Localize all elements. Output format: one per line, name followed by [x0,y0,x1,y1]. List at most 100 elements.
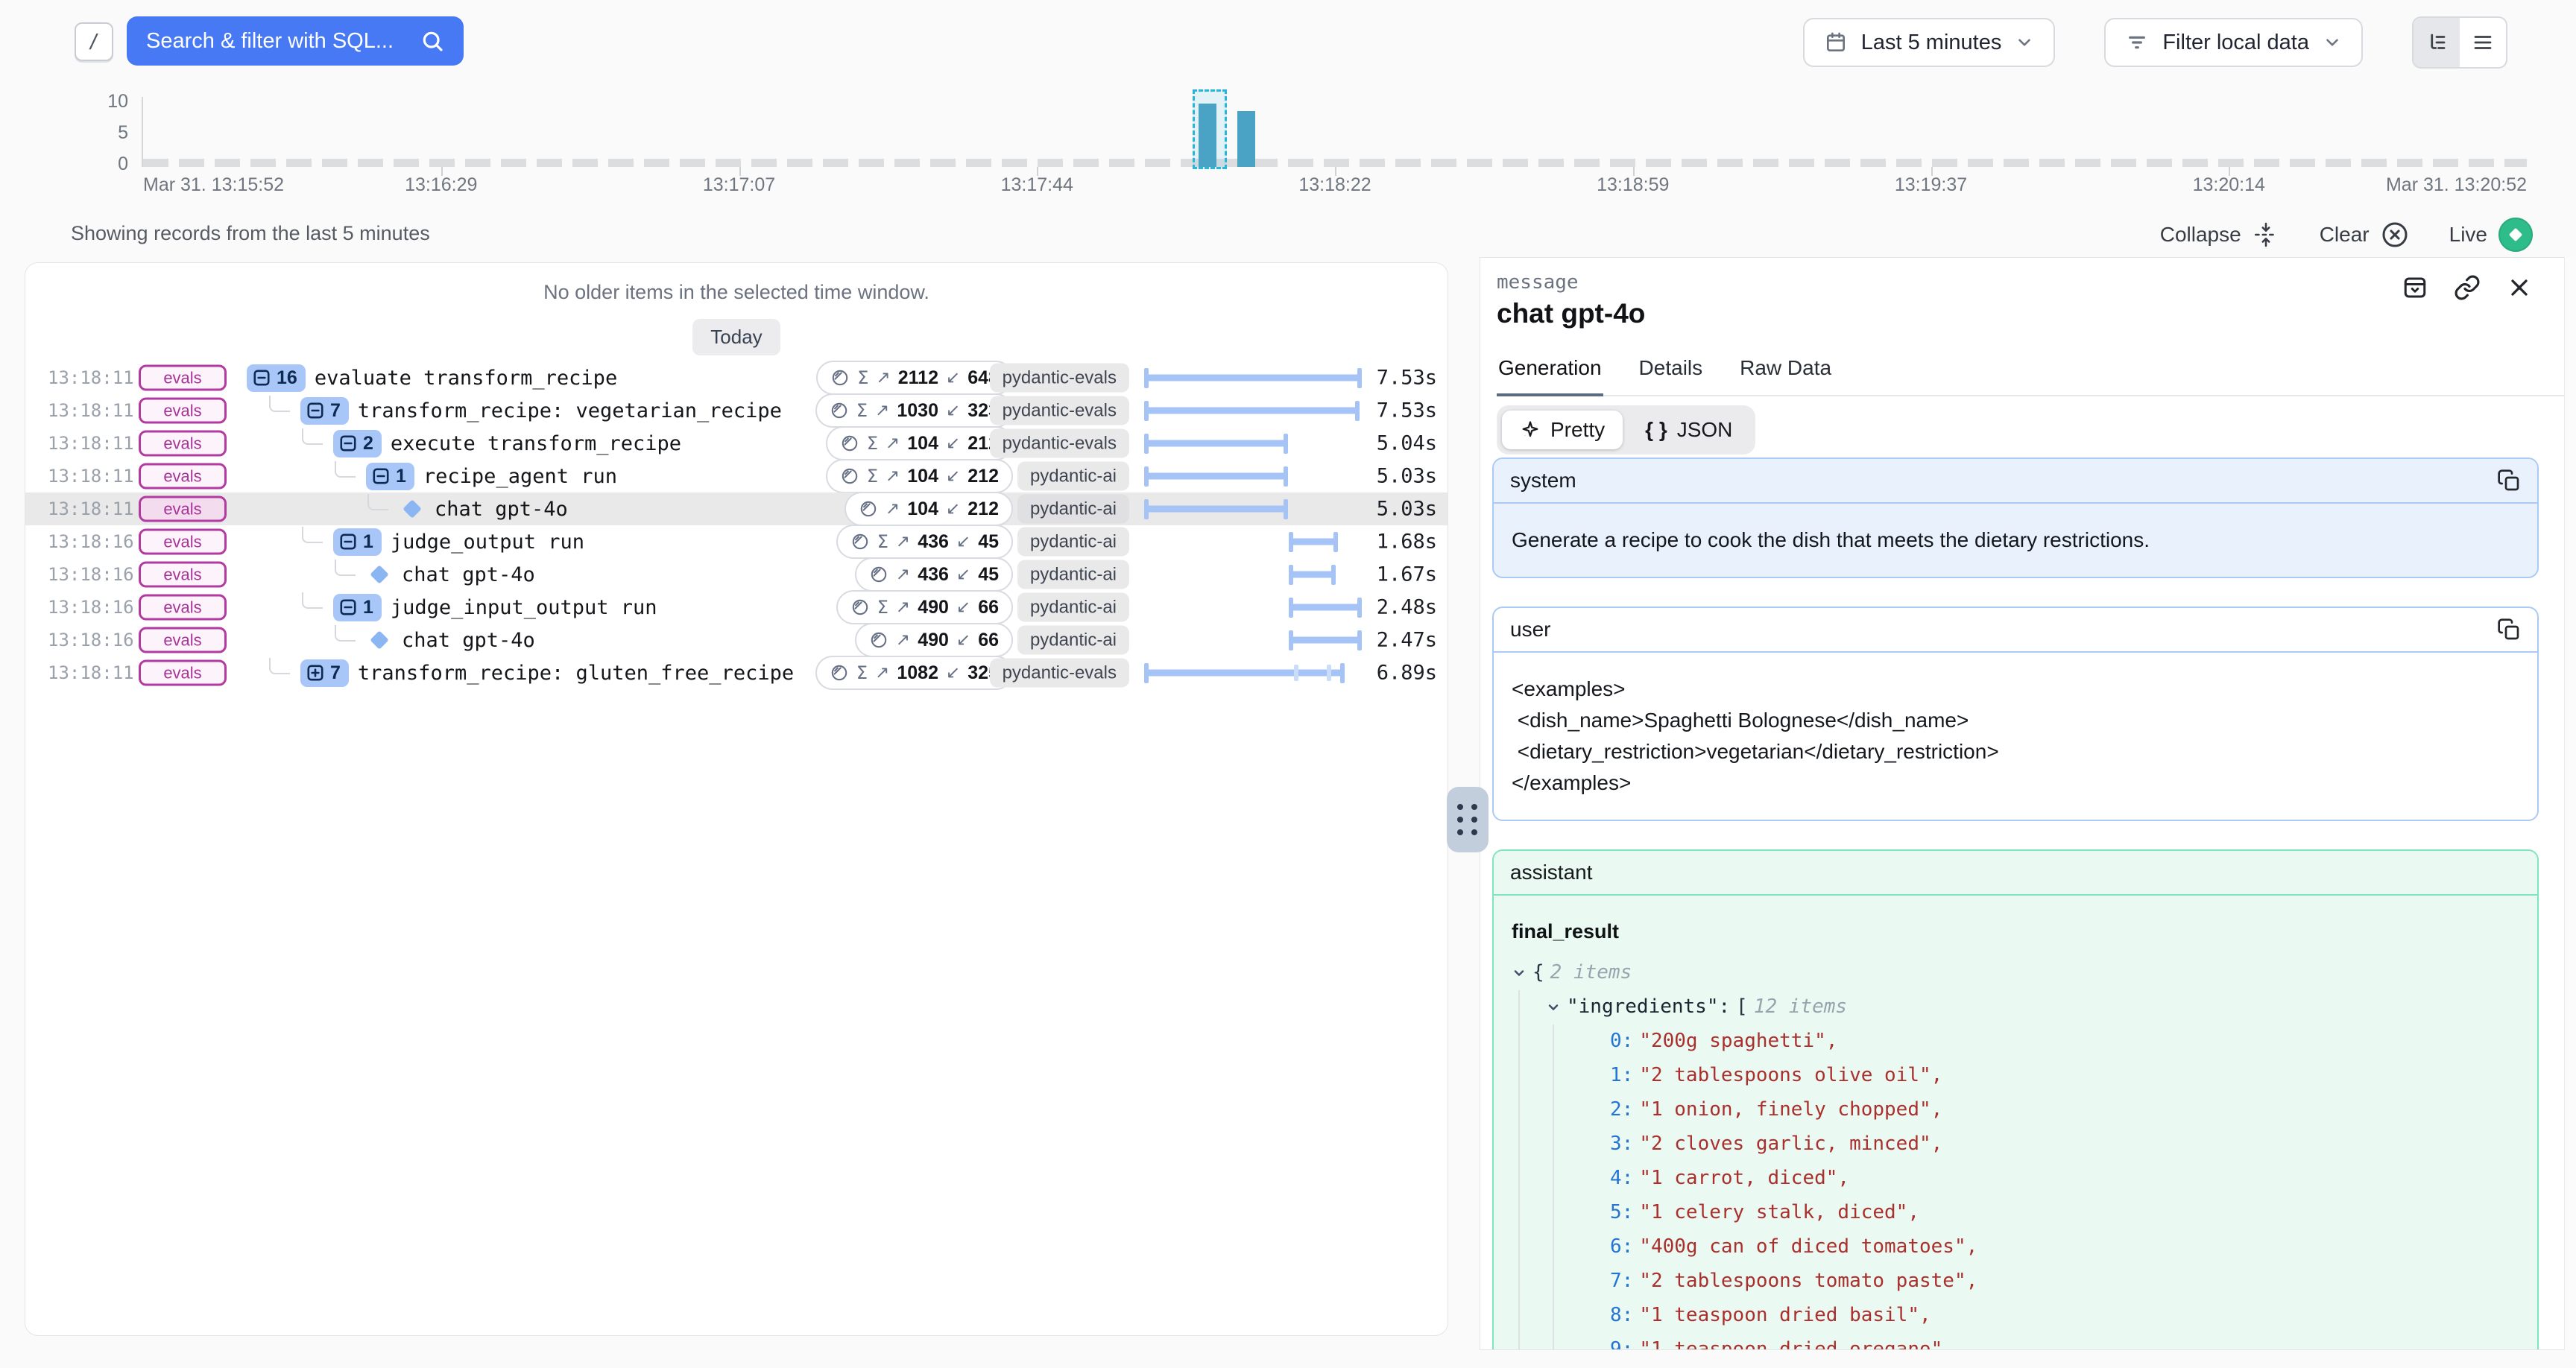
evals-badge[interactable]: evals [139,398,227,424]
scope-tag[interactable]: pydantic-evals [990,659,1129,688]
gantt-bar[interactable] [1145,670,1344,677]
expander-badge[interactable]: 1 [333,528,382,556]
gantt-bar[interactable] [1289,637,1361,644]
scope-tag[interactable]: pydantic-evals [990,396,1129,425]
chart-plot-area[interactable] [143,97,2527,167]
pretty-mode-option[interactable]: Pretty [1502,411,1623,449]
y-tick-label: 5 [118,124,128,142]
histogram-bar[interactable] [1237,111,1255,167]
json-ingredients-line[interactable]: "ingredients": [ 12 items [1512,990,2519,1025]
evals-badge[interactable]: evals [139,496,227,522]
role-label: assistant [1510,861,1593,884]
trace-row[interactable]: 13:18:16 evals 1 judge_input_output run … [25,591,1448,624]
list-view-toggle[interactable] [2460,18,2506,67]
evals-badge[interactable]: evals [139,660,227,686]
detail-tabs: Generation Details Raw Data [1497,356,2564,396]
scope-tag[interactable]: pydantic-ai [1017,462,1129,491]
expander-badge[interactable]: 7 [300,397,349,425]
token-usage-pill[interactable]: ↗ 104 ↙ 212 [845,492,1013,526]
gantt-bar[interactable] [1145,375,1361,381]
json-root-summary: 2 items [1550,958,1632,987]
token-usage-pill[interactable]: Σ ↗ 104 ↙ 212 [826,459,1013,493]
tree-view-icon [2425,31,2448,54]
json-array-item: 9: "1 teaspoon dried oregano", [1512,1333,2519,1351]
span-name: judge_input_output run [391,596,657,619]
json-key: "ingredients": [1567,992,1730,1022]
clear-button[interactable]: Clear [2320,221,2409,249]
evals-badge[interactable]: evals [139,365,227,391]
json-root-line[interactable]: { 2 items [1512,956,2519,990]
token-usage-pill[interactable]: Σ ↗ 1082 ↙ 325 [815,656,1013,690]
output-tokens: 66 [978,630,999,651]
trace-row[interactable]: 13:18:11 evals 16 evaluate transform_rec… [25,361,1448,394]
expander-badge[interactable]: 2 [333,430,382,457]
token-usage-pill[interactable]: Σ ↗ 1030 ↙ 323 [815,393,1013,428]
token-usage-pill[interactable]: Σ ↗ 490 ↙ 66 [836,590,1013,624]
tab-raw-data[interactable]: Raw Data [1738,356,1833,395]
gantt-bar[interactable] [1289,539,1337,545]
render-mode-toggle: Pretty { } JSON [1497,405,1755,455]
close-icon[interactable] [2506,274,2533,301]
gantt-bar[interactable] [1289,571,1335,578]
time-range-button[interactable]: Last 5 minutes [1803,18,2056,67]
histogram-bar[interactable] [1199,104,1216,167]
token-usage-pill[interactable]: ↗ 436 ↙ 45 [855,557,1013,592]
evals-badge[interactable]: evals [139,529,227,555]
scope-tag[interactable]: pydantic-ai [1017,528,1129,557]
evals-badge[interactable]: evals [139,463,227,490]
scope-tag[interactable]: pydantic-ai [1017,626,1129,655]
tab-generation[interactable]: Generation [1497,356,1603,396]
records-histogram[interactable]: 1050 Mar 31. 13:15:5213:16:2913:17:0713:… [0,88,2576,207]
evals-badge[interactable]: evals [139,562,227,588]
evals-badge[interactable]: evals [139,627,227,653]
token-usage-pill[interactable]: Σ ↗ 2112 ↙ 648 [816,361,1013,395]
link-icon[interactable] [2454,274,2481,301]
scope-tag[interactable]: pydantic-evals [990,364,1129,393]
gantt-bar[interactable] [1145,408,1359,414]
token-usage-pill[interactable]: Σ ↗ 104 ↙ 212 [826,426,1013,460]
scope-tag[interactable]: pydantic-evals [990,429,1129,458]
token-usage-pill[interactable]: ↗ 490 ↙ 66 [855,623,1013,657]
trace-row[interactable]: 13:18:11 evals 7 transform_recipe: veget… [25,394,1448,427]
expander-badge[interactable]: 16 [247,364,306,392]
trace-row[interactable]: 13:18:11 evals 7 transform_recipe: glute… [25,656,1448,689]
gantt-bar[interactable] [1145,473,1287,480]
tab-details[interactable]: Details [1638,356,1705,395]
chevron-down-icon [2015,33,2034,52]
evals-badge[interactable]: evals [139,595,227,621]
tree-connector [367,494,388,510]
scope-tag[interactable]: pydantic-ai [1017,495,1129,524]
evals-badge[interactable]: evals [139,431,227,457]
tree-view-toggle[interactable] [2414,18,2460,67]
trace-row[interactable]: 13:18:16 evals chat gpt-4o ↗ 436 ↙ 45 py… [25,558,1448,591]
trace-row[interactable]: 13:18:11 evals 2 execute transform_recip… [25,427,1448,460]
token-usage-pill[interactable]: Σ ↗ 436 ↙ 45 [836,525,1013,559]
scope-tag[interactable]: pydantic-ai [1017,593,1129,622]
gantt-bar[interactable] [1145,506,1287,513]
expander-badge[interactable]: 7 [300,659,349,687]
gantt-bar[interactable] [1145,440,1287,447]
chart-x-axis: Mar 31. 13:15:5213:16:2913:17:0713:17:44… [143,174,2527,197]
json-mode-option[interactable]: { } JSON [1627,411,1750,449]
live-toggle[interactable]: Live [2449,218,2533,252]
copy-icon[interactable] [2497,618,2521,642]
trace-row[interactable]: 13:18:11 evals chat gpt-4o ↗ 104 ↙ 212 p… [25,493,1448,525]
expander-badge[interactable]: 1 [333,594,382,621]
scope-tag[interactable]: pydantic-ai [1017,560,1129,589]
filter-local-data-button[interactable]: Filter local data [2104,18,2363,67]
gantt-bar[interactable] [1289,604,1361,611]
save-panel-icon[interactable] [2402,274,2428,301]
detail-scrollbar[interactable] [2564,257,2576,1350]
trace-row[interactable]: 13:18:16 evals chat gpt-4o ↗ 490 ↙ 66 py… [25,624,1448,656]
trace-row[interactable]: 13:18:16 evals 1 judge_output run Σ ↗ 43… [25,525,1448,558]
search-button[interactable]: Search & filter with SQL... [127,16,464,66]
duration-label: 2.48s [1377,596,1437,619]
trace-row[interactable]: 13:18:11 evals 1 recipe_agent run Σ ↗ 10… [25,460,1448,493]
view-toggle [2412,16,2507,69]
input-tokens-arrow-icon: ↗ [886,499,900,519]
expander-badge[interactable]: 1 [366,463,414,490]
panel-resize-handle[interactable] [1447,787,1489,852]
copy-icon[interactable] [2497,469,2521,493]
token-coin-icon [850,532,870,551]
collapse-button[interactable]: Collapse [2160,221,2279,248]
